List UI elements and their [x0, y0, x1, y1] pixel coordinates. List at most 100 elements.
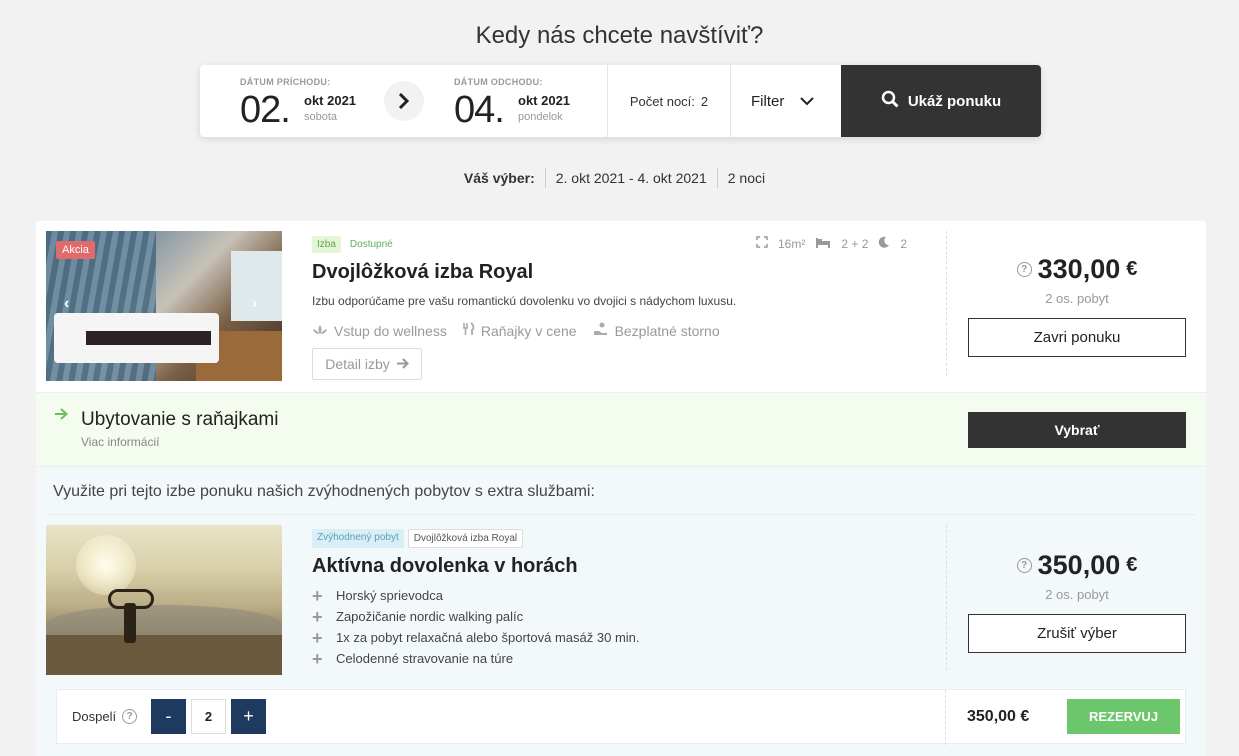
departure-day: 04.: [454, 89, 505, 131]
selection-label: Váš výber:: [463, 170, 535, 186]
board-title: Ubytovanie s raňajkami: [81, 409, 279, 430]
amenity-label: Vstup do wellness: [334, 322, 447, 339]
help-icon[interactable]: ?: [1016, 262, 1032, 277]
availability-tag: Dostupné: [349, 239, 393, 250]
packages-section: Využite pri tejto izbe ponuku našich zvý…: [36, 467, 1206, 756]
package-price-currency: €: [1126, 554, 1138, 576]
fork-knife-icon: [463, 322, 475, 339]
nights-label: Počet nocí:: [629, 93, 695, 109]
arrival-weekday: sobota: [304, 111, 338, 123]
room-card: ‹ › Akcia Izba Dostupné 16m² 2 + 2 2 Dvo…: [36, 221, 1206, 756]
plus-icon: +: [312, 606, 323, 627]
departure-date-picker[interactable]: DÁTUM ODCHODU: 04. okt 2021 pondelok: [404, 65, 608, 137]
room-detail-button[interactable]: Detail izby: [312, 348, 422, 380]
room-type-tag: Izba: [312, 236, 341, 253]
adults-label-group: Dospelí ?: [72, 709, 138, 724]
room-price-currency: €: [1126, 258, 1138, 280]
lotus-icon: [312, 323, 328, 339]
nights-value: 2: [700, 93, 709, 109]
bed-icon: [815, 237, 831, 251]
page-title: Kedy nás chcete navštíviť?: [475, 22, 764, 49]
amenity-free-cancel: Bezplatné storno: [593, 322, 720, 339]
package-tags: Zvýhodnený pobyt Dvojlôžková izba Royal: [312, 529, 524, 548]
room-description: Izbu odporúčame pre vašu romantickú dovo…: [312, 294, 737, 308]
amenity-wellness: Vstup do wellness: [312, 322, 447, 339]
room-row: ‹ › Akcia Izba Dostupné 16m² 2 + 2 2 Dvo…: [36, 221, 1206, 392]
package-features: + Horský sprievodca + Zapožičanie nordic w…: [312, 585, 640, 669]
arrival-label: DÁTUM PRÍCHODU:: [240, 77, 331, 87]
room-title: Dvojlôžková izba Royal: [312, 261, 534, 283]
adults-input[interactable]: [191, 699, 226, 734]
room-image: ‹ › Akcia: [46, 231, 282, 381]
adults-label: Dospelí: [72, 709, 117, 724]
cancel-selection-button[interactable]: Zrušiť výber: [968, 614, 1186, 653]
arrow-right-icon: [396, 356, 409, 372]
arrival-day: 02.: [240, 89, 291, 131]
room-price: ? 330,00 € 2 os. pobyt: [968, 254, 1186, 306]
list-item: + Zapožičanie nordic walking palíc: [312, 606, 640, 627]
feature-label: Horský sprievodca: [336, 588, 443, 603]
help-icon[interactable]: ?: [122, 709, 138, 724]
divider: [946, 525, 947, 670]
divider: [46, 514, 1196, 515]
list-item: +1x za pobyt relaxačná alebo športová ma…: [312, 627, 640, 648]
feature-label: Celodenné stravovanie na túre: [336, 651, 514, 666]
room-beds: 2 + 2: [841, 236, 869, 251]
select-board-button[interactable]: Vybrať: [968, 412, 1186, 448]
board-option-row: Ubytovanie s raňajkami Viac informácií V…: [36, 392, 1206, 467]
board-more-info-link[interactable]: Viac informácií: [81, 435, 159, 449]
search-bar: DÁTUM PRÍCHODU: 02. okt 2021 sobota DÁTU…: [200, 65, 1041, 137]
arrival-date-picker[interactable]: DÁTUM PRÍCHODU: 02. okt 2021 sobota: [200, 65, 424, 137]
package-image: [46, 525, 282, 675]
amenity-label: Raňajky v cene: [480, 322, 577, 339]
amenity-label: Bezplatné storno: [614, 322, 720, 339]
booking-row: Dospelí ? - + 350,00 € REZERVUJ: [56, 689, 1186, 745]
promo-badge: Akcia: [56, 241, 95, 259]
room-area: 16m²: [778, 236, 806, 251]
chevron-right-icon[interactable]: ›: [252, 295, 257, 313]
expand-icon: [756, 236, 768, 251]
close-offer-button[interactable]: Zavri ponuku: [968, 318, 1186, 357]
adults-decrement-button[interactable]: -: [151, 699, 186, 734]
room-nights: 2: [900, 236, 908, 251]
reserve-button[interactable]: REZERVUJ: [1067, 699, 1180, 734]
arrow-right-icon: [54, 407, 68, 425]
package-price: ? 350,00 € 2 os. pobyt: [968, 550, 1186, 602]
room-tags: Izba Dostupné: [312, 236, 398, 253]
plus-icon: +: [312, 648, 323, 669]
package-title: Aktívna dovolenka v horách: [312, 555, 578, 577]
departure-weekday: pondelok: [518, 111, 563, 123]
feature-label: 1x za pobyt relaxačná alebo športová mas…: [336, 630, 640, 645]
selection-dates: 2. okt 2021 - 4. okt 2021: [544, 168, 717, 188]
show-offer-button[interactable]: Ukáž ponuku: [841, 65, 1041, 137]
help-icon[interactable]: ?: [1016, 558, 1032, 573]
divider: [946, 231, 947, 376]
room-amenities: Vstup do wellness Raňajky v cene Bezplat…: [312, 322, 720, 339]
filter-label: Filter: [751, 92, 785, 110]
moon-icon: [878, 236, 890, 251]
package-type-tag: Zvýhodnený pobyt: [312, 529, 404, 548]
hand-icon: [593, 322, 609, 339]
package-price-note: 2 os. pobyt: [1045, 587, 1109, 602]
booking-total: 350,00 €: [967, 708, 1030, 725]
packages-intro: Využite pri tejto izbe ponuku našich zvý…: [53, 483, 595, 500]
package-room-tag: Dvojlôžková izba Royal: [407, 529, 524, 548]
feature-label: Zapožičanie nordic walking palíc: [336, 609, 524, 624]
divider: [945, 690, 946, 745]
room-detail-label: Detail izby: [325, 356, 390, 372]
search-icon: [881, 90, 899, 112]
room-price-note: 2 os. pobyt: [1045, 291, 1109, 306]
filter-dropdown[interactable]: Filter: [731, 65, 841, 137]
adults-increment-button[interactable]: +: [231, 699, 266, 734]
departure-label: DÁTUM ODCHODU:: [454, 77, 543, 87]
room-stats: 16m² 2 + 2 2: [756, 236, 907, 251]
nights-selector[interactable]: Počet nocí: 2: [608, 65, 731, 137]
show-offer-label: Ukáž ponuku: [907, 92, 1002, 110]
amenity-breakfast: Raňajky v cene: [463, 322, 577, 339]
plus-icon: +: [312, 627, 323, 648]
selection-nights: 2 noci: [716, 168, 775, 188]
departure-month: okt 2021: [518, 93, 571, 108]
chevron-right-icon: [384, 81, 424, 121]
chevron-left-icon[interactable]: ‹: [64, 295, 69, 313]
plus-icon: +: [312, 585, 323, 606]
